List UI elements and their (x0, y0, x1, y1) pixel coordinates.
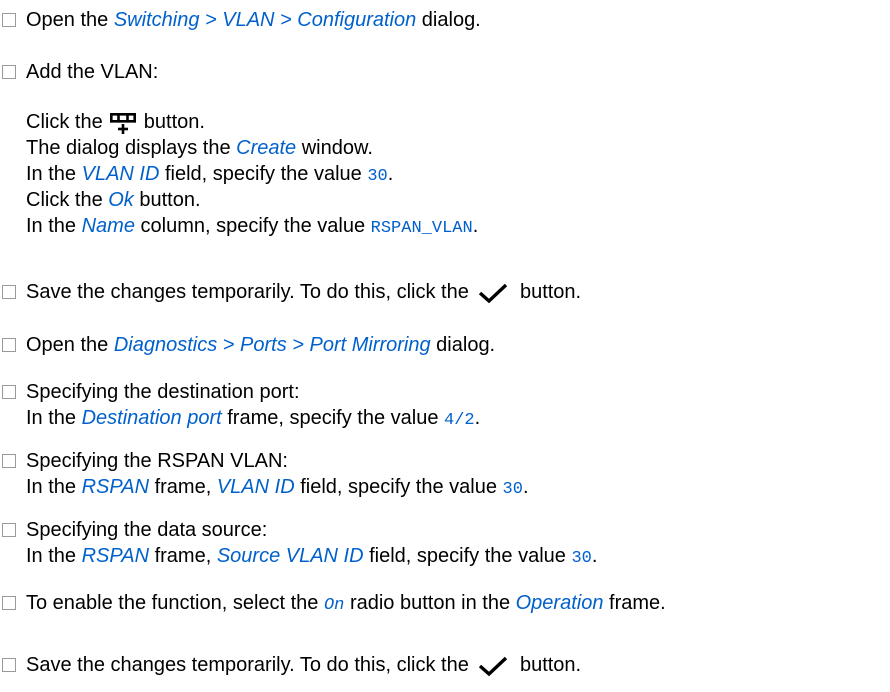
step-text: Open the Diagnostics > Ports > Port Mirr… (26, 334, 496, 356)
substep-source-vlan-id: In the RSPAN frame, Source VLAN ID field… (26, 545, 598, 568)
step-checkbox[interactable] (2, 523, 16, 537)
step-checkbox[interactable] (2, 596, 16, 610)
step-checkbox[interactable] (2, 338, 16, 352)
substep-create-window: The dialog displays the Create window. (26, 137, 373, 159)
step-checkbox[interactable] (2, 65, 16, 79)
substep-name-column: In the Name column, specify the value RS… (26, 215, 479, 238)
step-checkbox[interactable] (2, 454, 16, 468)
step-checkbox[interactable] (2, 13, 16, 27)
step-text: Open the Switching > VLAN > Configuratio… (26, 9, 481, 31)
substep-destination-port: In the Destination port frame, specify t… (26, 407, 481, 430)
step-title: Specifying the RSPAN VLAN: (26, 450, 288, 472)
step-checkbox[interactable] (2, 658, 16, 672)
checkmark-icon (479, 656, 508, 677)
substep-click-ok: Click the Ok button. (26, 189, 201, 211)
add-row-icon (110, 112, 137, 134)
step-title: Specifying the data source: (26, 519, 268, 541)
substep-vlan-id: In the VLAN ID field, specify the value … (26, 163, 394, 186)
substep-rspan-vlan-id: In the RSPAN frame, VLAN ID field, speci… (26, 476, 529, 499)
step-text: Save the changes temporarily. To do this… (26, 281, 582, 304)
step-text: Save the changes temporarily. To do this… (26, 654, 582, 677)
step-checkbox[interactable] (2, 385, 16, 399)
step-checkbox[interactable] (2, 285, 16, 299)
substep-click-add: Click the button. (26, 111, 205, 134)
step-text: To enable the function, select the On ra… (26, 592, 666, 615)
step-title: Add the VLAN: (26, 61, 159, 83)
checkmark-icon (479, 283, 508, 304)
step-title: Specifying the destination port: (26, 381, 300, 403)
